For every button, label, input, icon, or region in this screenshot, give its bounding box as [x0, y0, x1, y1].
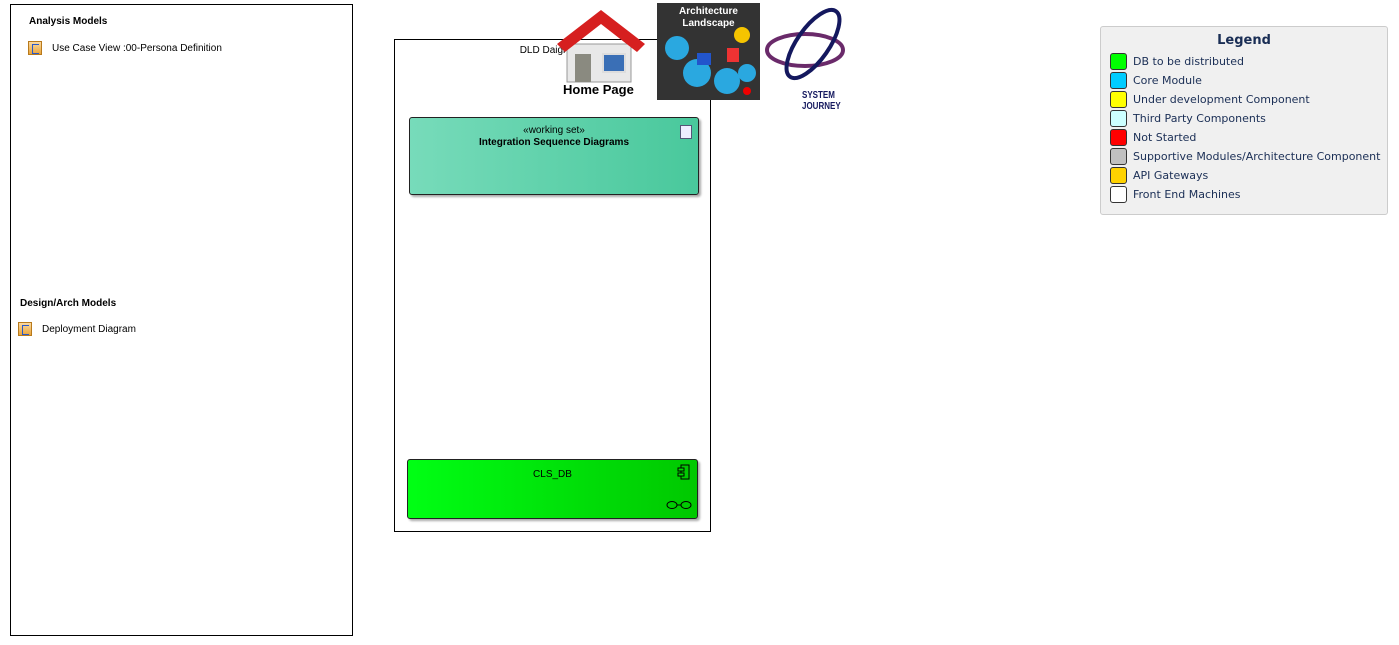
orbit-logo-icon	[765, 7, 845, 81]
legend-item: Third Party Components	[1101, 109, 1387, 128]
legend-title: Legend	[1217, 33, 1271, 48]
model-navigator-panel: Analysis Models Use Case View :00-Person…	[10, 4, 353, 636]
legend-swatch	[1110, 186, 1127, 203]
legend-item: API Gateways	[1101, 166, 1387, 185]
legend-label: Supportive Modules/Architecture Componen…	[1133, 150, 1381, 163]
house-icon	[557, 10, 645, 83]
component-cls-db[interactable]: CLS_DB	[407, 459, 698, 519]
system-journey-label: SYSTEM JOURNEY	[802, 90, 841, 112]
legend-swatch	[1110, 53, 1127, 70]
home-page-link[interactable]: Home Page	[555, 6, 647, 98]
legend-item: Core Module	[1101, 71, 1387, 90]
legend-swatch	[1110, 110, 1127, 127]
diagram-icon	[18, 322, 32, 336]
legend-swatch	[1110, 72, 1127, 89]
stereotype-label: «working set»	[523, 125, 585, 136]
legend-swatch	[1110, 148, 1127, 165]
legend-label: Third Party Components	[1133, 112, 1266, 125]
legend-label: Under development Component	[1133, 93, 1310, 106]
diagram-link-use-case-view[interactable]: Use Case View :00-Persona Definition	[28, 41, 222, 55]
home-page-label: Home Page	[563, 82, 634, 97]
interface-icon	[666, 501, 692, 509]
legend-swatch	[1110, 91, 1127, 108]
architecture-landscape-link[interactable]: Architecture Landscape	[657, 3, 760, 100]
section-title-analysis: Analysis Models	[29, 16, 108, 27]
legend-item: Front End Machines	[1101, 185, 1387, 204]
diagram-link-label: Use Case View :00-Persona Definition	[52, 42, 222, 54]
diagram-icon	[28, 41, 42, 55]
legend-label: DB to be distributed	[1133, 55, 1244, 68]
legend-swatch	[1110, 129, 1127, 146]
legend-label: Not Started	[1133, 131, 1197, 144]
legend-item: Not Started	[1101, 128, 1387, 147]
package-dld-diagrams[interactable]: DLD Daigrams «working set» Integration S…	[394, 39, 711, 532]
system-journey-link[interactable]: SYSTEM JOURNEY	[765, 2, 875, 112]
legend-item: Supportive Modules/Architecture Componen…	[1101, 147, 1387, 166]
legend-label: Core Module	[1133, 74, 1202, 87]
component-name: CLS_DB	[533, 469, 572, 480]
legend-label: Front End Machines	[1133, 188, 1241, 201]
working-set-integration-sequence[interactable]: «working set» Integration Sequence Diagr…	[409, 117, 699, 195]
legend-item: Under development Component	[1101, 90, 1387, 109]
legend: Legend DB to be distributed Core Module Un…	[1100, 26, 1388, 215]
document-icon	[680, 125, 692, 139]
component-icon	[677, 464, 690, 480]
legend-item: DB to be distributed	[1101, 52, 1387, 71]
diagram-link-deployment[interactable]: Deployment Diagram	[18, 322, 136, 336]
section-title-design: Design/Arch Models	[20, 298, 117, 309]
working-set-name: Integration Sequence Diagrams	[478, 137, 630, 148]
architecture-landscape-label: Architecture Landscape	[679, 6, 738, 29]
legend-swatch	[1110, 167, 1127, 184]
legend-label: API Gateways	[1133, 169, 1209, 182]
diagram-link-label: Deployment Diagram	[42, 323, 136, 335]
